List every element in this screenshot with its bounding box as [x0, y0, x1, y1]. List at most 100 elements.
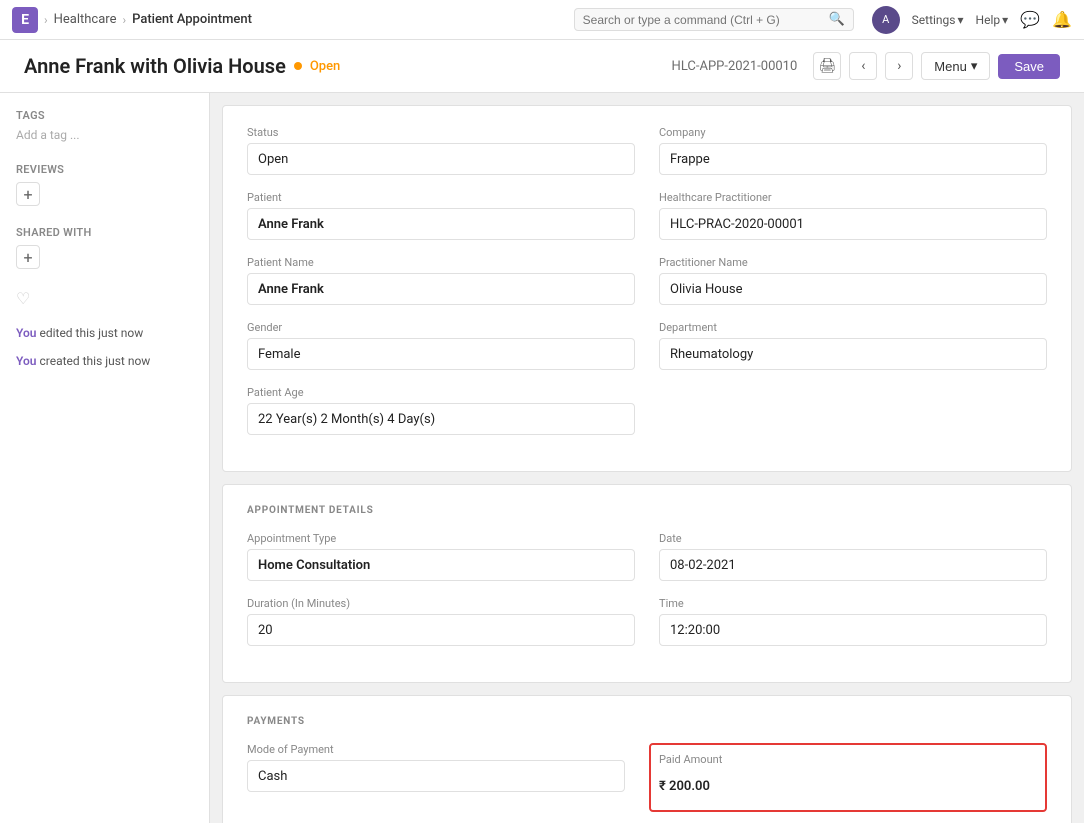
search-icon: 🔍	[828, 12, 844, 27]
patient-age-value: 22 Year(s) 2 Month(s) 4 Day(s)	[247, 403, 635, 435]
activity-edit-text: edited this just now	[39, 326, 143, 340]
menu-button[interactable]: Menu▾	[921, 52, 990, 80]
bell-icon[interactable]: 🔔	[1052, 10, 1072, 29]
row-patient-practitioner: Patient Anne Frank Healthcare Practition…	[247, 191, 1047, 240]
shared-with-title: Shared With	[16, 226, 193, 239]
appt-date-label-text: Date	[659, 532, 1047, 545]
activity-you-1: You	[16, 326, 36, 340]
sidebar: Tags Add a tag ... Reviews + Shared With…	[0, 93, 210, 823]
appt-duration-group: Duration (In Minutes) 20	[247, 597, 635, 646]
gender-group: Gender Female	[247, 321, 635, 370]
paid-amount-label-text: Paid Amount	[659, 753, 1037, 766]
patient-group: Patient Anne Frank	[247, 191, 635, 240]
status-dot	[294, 62, 302, 70]
department-group: Department Rheumatology	[659, 321, 1047, 370]
paid-amount-group: Paid Amount ₹ 200.00	[649, 743, 1047, 812]
appt-type-group: Appointment Type Home Consultation	[247, 532, 635, 581]
practitioner-name-group: Practitioner Name Olivia House	[659, 256, 1047, 305]
avatar[interactable]: A	[872, 6, 900, 34]
nav-right: A Settings ▾ Help ▾ 💬 🔔	[872, 6, 1072, 34]
search-bar: 🔍	[574, 8, 854, 31]
company-label-text: Company	[659, 126, 1047, 139]
help-button[interactable]: Help ▾	[976, 13, 1009, 27]
practitioner-label-text: Healthcare Practitioner	[659, 191, 1047, 204]
favorite-icon[interactable]: ♡	[16, 289, 193, 308]
company-group: Company Frappe	[659, 126, 1047, 175]
appointment-section-header: APPOINTMENT DETAILS	[247, 505, 1047, 516]
status-label: Open	[310, 59, 340, 74]
next-button[interactable]: ›	[885, 52, 913, 80]
row-names: Patient Name Anne Frank Practitioner Nam…	[247, 256, 1047, 305]
doc-id: HLC-APP-2021-00010	[672, 59, 798, 74]
breadcrumb-chevron-1: ›	[44, 13, 48, 27]
activity-section: You edited this just now You created thi…	[16, 324, 193, 370]
company-value: Frappe	[659, 143, 1047, 175]
appt-duration-label-text: Duration (In Minutes)	[247, 597, 635, 610]
page-title: Anne Frank with Olivia House Open	[24, 54, 340, 78]
appt-time-group: Time 12:20:00	[659, 597, 1047, 646]
gender-value: Female	[247, 338, 635, 370]
patient-age-label-text: Patient Age	[247, 386, 635, 399]
practitioner-group: Healthcare Practitioner HLC-PRAC-2020-00…	[659, 191, 1047, 240]
appt-time-label-text: Time	[659, 597, 1047, 610]
top-nav: E › Healthcare › Patient Appointment 🔍 A…	[0, 0, 1084, 40]
payments-section-header: PAYMENTS	[247, 716, 1047, 727]
main-info-card: Status Open Company Frappe Patient Anne …	[222, 105, 1072, 472]
patient-label-text: Patient	[247, 191, 635, 204]
search-input[interactable]	[583, 13, 823, 27]
practitioner-name-value: Olivia House	[659, 273, 1047, 305]
appointment-card: APPOINTMENT DETAILS Appointment Type Hom…	[222, 484, 1072, 683]
content-area: Status Open Company Frappe Patient Anne …	[210, 93, 1084, 823]
app-logo[interactable]: E	[12, 7, 38, 33]
breadcrumb-chevron-2: ›	[122, 13, 126, 27]
print-button[interactable]: 🖨	[813, 52, 841, 80]
row-status-company: Status Open Company Frappe	[247, 126, 1047, 175]
patient-name-group: Patient Name Anne Frank	[247, 256, 635, 305]
patient-name-label-text: Patient Name	[247, 256, 635, 269]
reviews-section: Reviews +	[16, 163, 193, 206]
activity-create-text: created this just now	[39, 354, 150, 368]
reviews-title: Reviews	[16, 163, 193, 176]
patient-age-group: Patient Age 22 Year(s) 2 Month(s) 4 Day(…	[247, 386, 635, 435]
add-share-button[interactable]: +	[16, 245, 40, 269]
breadcrumb-patient-appointment[interactable]: Patient Appointment	[132, 12, 252, 27]
row-age: Patient Age 22 Year(s) 2 Month(s) 4 Day(…	[247, 386, 1047, 435]
appt-type-value: Home Consultation	[247, 549, 635, 581]
add-tag-placeholder[interactable]: Add a tag ...	[16, 128, 80, 142]
gender-label-text: Gender	[247, 321, 635, 334]
settings-button[interactable]: Settings ▾	[912, 13, 964, 27]
department-label-text: Department	[659, 321, 1047, 334]
appt-duration-value: 20	[247, 614, 635, 646]
payments-card: PAYMENTS Mode of Payment Cash Paid Amoun…	[222, 695, 1072, 823]
row-appt-duration-time: Duration (In Minutes) 20 Time 12:20:00	[247, 597, 1047, 646]
patient-value: Anne Frank	[247, 208, 635, 240]
paid-amount-value: ₹ 200.00	[659, 770, 1037, 802]
prev-button[interactable]: ‹	[849, 52, 877, 80]
practitioner-name-label-text: Practitioner Name	[659, 256, 1047, 269]
patient-name-value: Anne Frank	[247, 273, 635, 305]
activity-edit: You edited this just now	[16, 324, 193, 342]
mode-label-text: Mode of Payment	[247, 743, 625, 756]
chat-icon[interactable]: 💬	[1020, 10, 1040, 29]
empty-spacer-1	[659, 386, 1047, 435]
row-appt-type-date: Appointment Type Home Consultation Date …	[247, 532, 1047, 581]
row-gender-department: Gender Female Department Rheumatology	[247, 321, 1047, 370]
tags-section: Tags Add a tag ...	[16, 109, 193, 143]
main-layout: Tags Add a tag ... Reviews + Shared With…	[0, 93, 1084, 823]
shared-with-section: Shared With +	[16, 226, 193, 269]
department-value: Rheumatology	[659, 338, 1047, 370]
row-payments-mode-amount: Mode of Payment Cash Paid Amount ₹ 200.0…	[247, 743, 1047, 812]
mode-value: Cash	[247, 760, 625, 792]
appt-type-label-text: Appointment Type	[247, 532, 635, 545]
status-value: Open	[247, 143, 635, 175]
appt-date-group: Date 08-02-2021	[659, 532, 1047, 581]
page-header-right: HLC-APP-2021-00010 🖨 ‹ › Menu▾ Save	[672, 52, 1060, 80]
practitioner-value: HLC-PRAC-2020-00001	[659, 208, 1047, 240]
tags-title: Tags	[16, 109, 193, 122]
activity-you-2: You	[16, 354, 36, 368]
add-review-button[interactable]: +	[16, 182, 40, 206]
save-button[interactable]: Save	[998, 54, 1060, 79]
mode-group: Mode of Payment Cash	[247, 743, 625, 812]
activity-create: You created this just now	[16, 352, 193, 370]
breadcrumb-healthcare[interactable]: Healthcare	[54, 12, 117, 27]
